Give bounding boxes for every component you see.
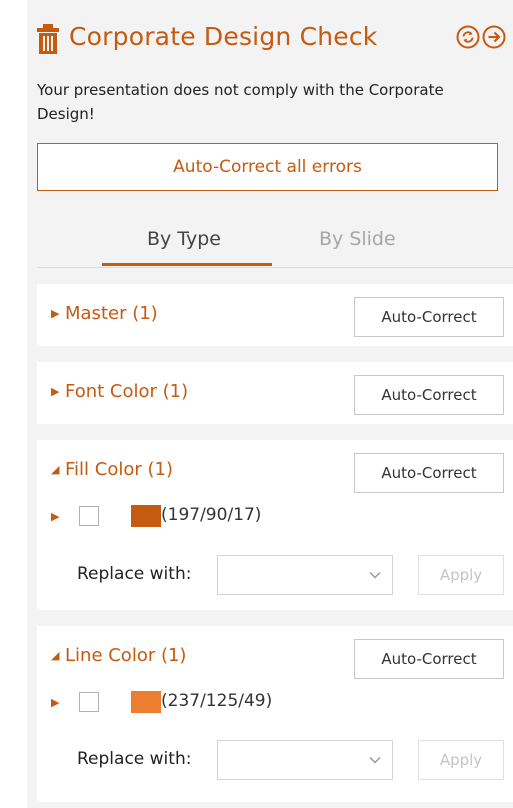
- replace-color-select[interactable]: [217, 740, 393, 780]
- rgb-value: (237/125/49): [161, 691, 273, 711]
- color-swatch: [131, 691, 161, 713]
- item-checkbox[interactable]: [79, 692, 99, 712]
- master-auto-correct-button[interactable]: Auto-Correct: [354, 297, 504, 337]
- section-title: Line Color (1): [65, 645, 187, 666]
- item-checkbox[interactable]: [79, 506, 99, 526]
- tab-by-type[interactable]: By Type: [147, 228, 221, 250]
- view-tabs: By Type By Slide: [37, 222, 507, 268]
- section-title: Fill Color (1): [65, 459, 173, 480]
- replace-with-label: Replace with:: [77, 564, 192, 584]
- section-fill-color: ◢ Fill Color (1) Auto-Correct ▶ (197/90/1…: [37, 440, 513, 610]
- tabs-divider: [37, 267, 513, 268]
- expand-caret-icon[interactable]: ▶: [51, 696, 59, 709]
- auto-correct-all-button[interactable]: Auto-Correct all errors: [37, 143, 498, 191]
- caret-down-icon: ◢: [51, 463, 60, 476]
- compliance-message: Your presentation does not comply with t…: [37, 81, 444, 123]
- section-master: ▶ Master (1) Auto-Correct: [37, 284, 513, 346]
- arrow-right-circle-icon[interactable]: [482, 25, 506, 49]
- chevron-down-icon: [369, 571, 381, 579]
- section-line-color-header[interactable]: ◢ Line Color (1): [51, 645, 186, 666]
- active-tab-indicator: [102, 263, 272, 266]
- section-font-color: ▶ Font Color (1) Auto-Correct: [37, 362, 513, 424]
- apply-button[interactable]: Apply: [418, 555, 504, 595]
- section-title: Font Color (1): [65, 381, 189, 402]
- chevron-down-icon: [369, 756, 381, 764]
- corporate-design-panel: Corporate Design Check Your presentation…: [27, 0, 513, 808]
- fill-color-auto-correct-button[interactable]: Auto-Correct: [354, 453, 504, 493]
- apply-button[interactable]: Apply: [418, 740, 504, 780]
- section-master-header[interactable]: ▶ Master (1): [51, 303, 158, 324]
- color-swatch: [131, 505, 161, 527]
- replace-color-select[interactable]: [217, 555, 393, 595]
- trash-icon[interactable]: [37, 24, 59, 54]
- font-color-auto-correct-button[interactable]: Auto-Correct: [354, 375, 504, 415]
- expand-caret-icon[interactable]: ▶: [51, 510, 59, 523]
- caret-right-icon: ▶: [51, 385, 60, 398]
- caret-right-icon: ▶: [51, 307, 60, 320]
- section-line-color: ◢ Line Color (1) Auto-Correct ▶ (237/125/…: [37, 626, 513, 802]
- caret-down-icon: ◢: [51, 649, 60, 662]
- section-font-color-header[interactable]: ▶ Font Color (1): [51, 381, 188, 402]
- replace-with-label: Replace with:: [77, 749, 192, 769]
- line-color-auto-correct-button[interactable]: Auto-Correct: [354, 639, 504, 679]
- section-fill-color-header[interactable]: ◢ Fill Color (1): [51, 459, 173, 480]
- panel-header: Corporate Design Check: [37, 20, 507, 60]
- section-title: Master (1): [65, 303, 158, 324]
- panel-title: Corporate Design Check: [69, 22, 378, 51]
- refresh-icon[interactable]: [456, 25, 480, 49]
- rgb-value: (197/90/17): [161, 505, 262, 525]
- tab-by-slide[interactable]: By Slide: [319, 228, 396, 250]
